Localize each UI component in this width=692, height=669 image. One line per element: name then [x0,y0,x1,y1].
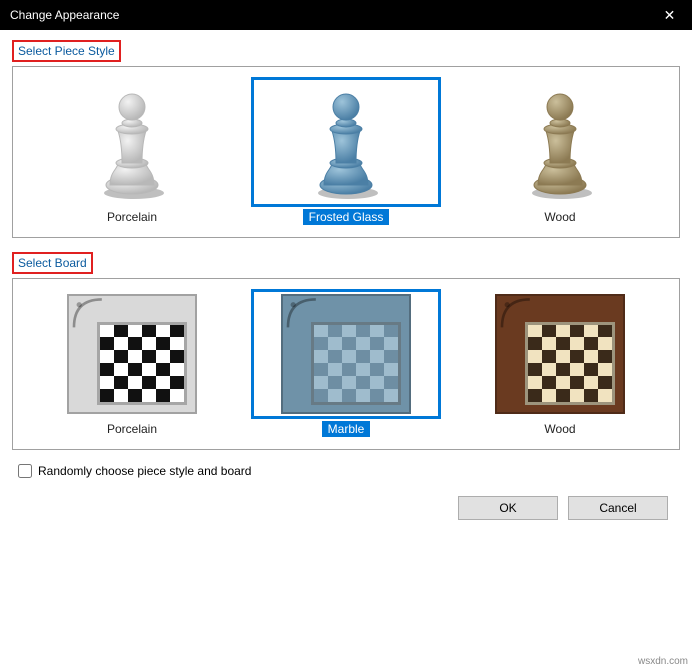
board-thumb [465,289,655,419]
random-label[interactable]: Randomly choose piece style and board [38,464,251,478]
board-option[interactable]: Porcelain [37,289,227,437]
piece-style-group: Porcelain Frosted Glass [12,66,680,238]
board-group: Porcelain Marble Wood [12,278,680,450]
piece-option-label: Porcelain [101,209,163,225]
random-checkbox[interactable] [18,464,32,478]
board-thumb [251,289,441,419]
piece-option-label: Frosted Glass [303,209,390,225]
board-icon [495,294,625,414]
board-option-label: Porcelain [101,421,163,437]
board-heading: Select Board [12,252,93,274]
piece-option[interactable]: Frosted Glass [251,77,441,225]
dialog-buttons: OK Cancel [12,478,680,520]
ok-button[interactable]: OK [458,496,558,520]
board-icon [67,294,197,414]
piece-option-label: Wood [538,209,581,225]
dialog-content: Select Piece Style Porcelain [0,30,692,530]
piece-thumb [465,77,655,207]
board-option[interactable]: Wood [465,289,655,437]
piece-option[interactable]: Wood [465,77,655,225]
board-icon [281,294,411,414]
titlebar: Change Appearance ✕ [0,0,692,30]
piece-thumb [37,77,227,207]
board-thumb [37,289,227,419]
pawn-icon [520,85,600,200]
pawn-icon [306,85,386,200]
window-title: Change Appearance [10,8,647,22]
board-option-label: Marble [322,421,371,437]
board-option-label: Wood [538,421,581,437]
random-choice-row: Randomly choose piece style and board [18,464,680,478]
cancel-button[interactable]: Cancel [568,496,668,520]
pawn-icon [92,85,172,200]
piece-option[interactable]: Porcelain [37,77,227,225]
board-option[interactable]: Marble [251,289,441,437]
piece-style-heading: Select Piece Style [12,40,121,62]
watermark: wsxdn.com [638,656,688,667]
piece-thumb [251,77,441,207]
close-icon[interactable]: ✕ [647,0,692,30]
